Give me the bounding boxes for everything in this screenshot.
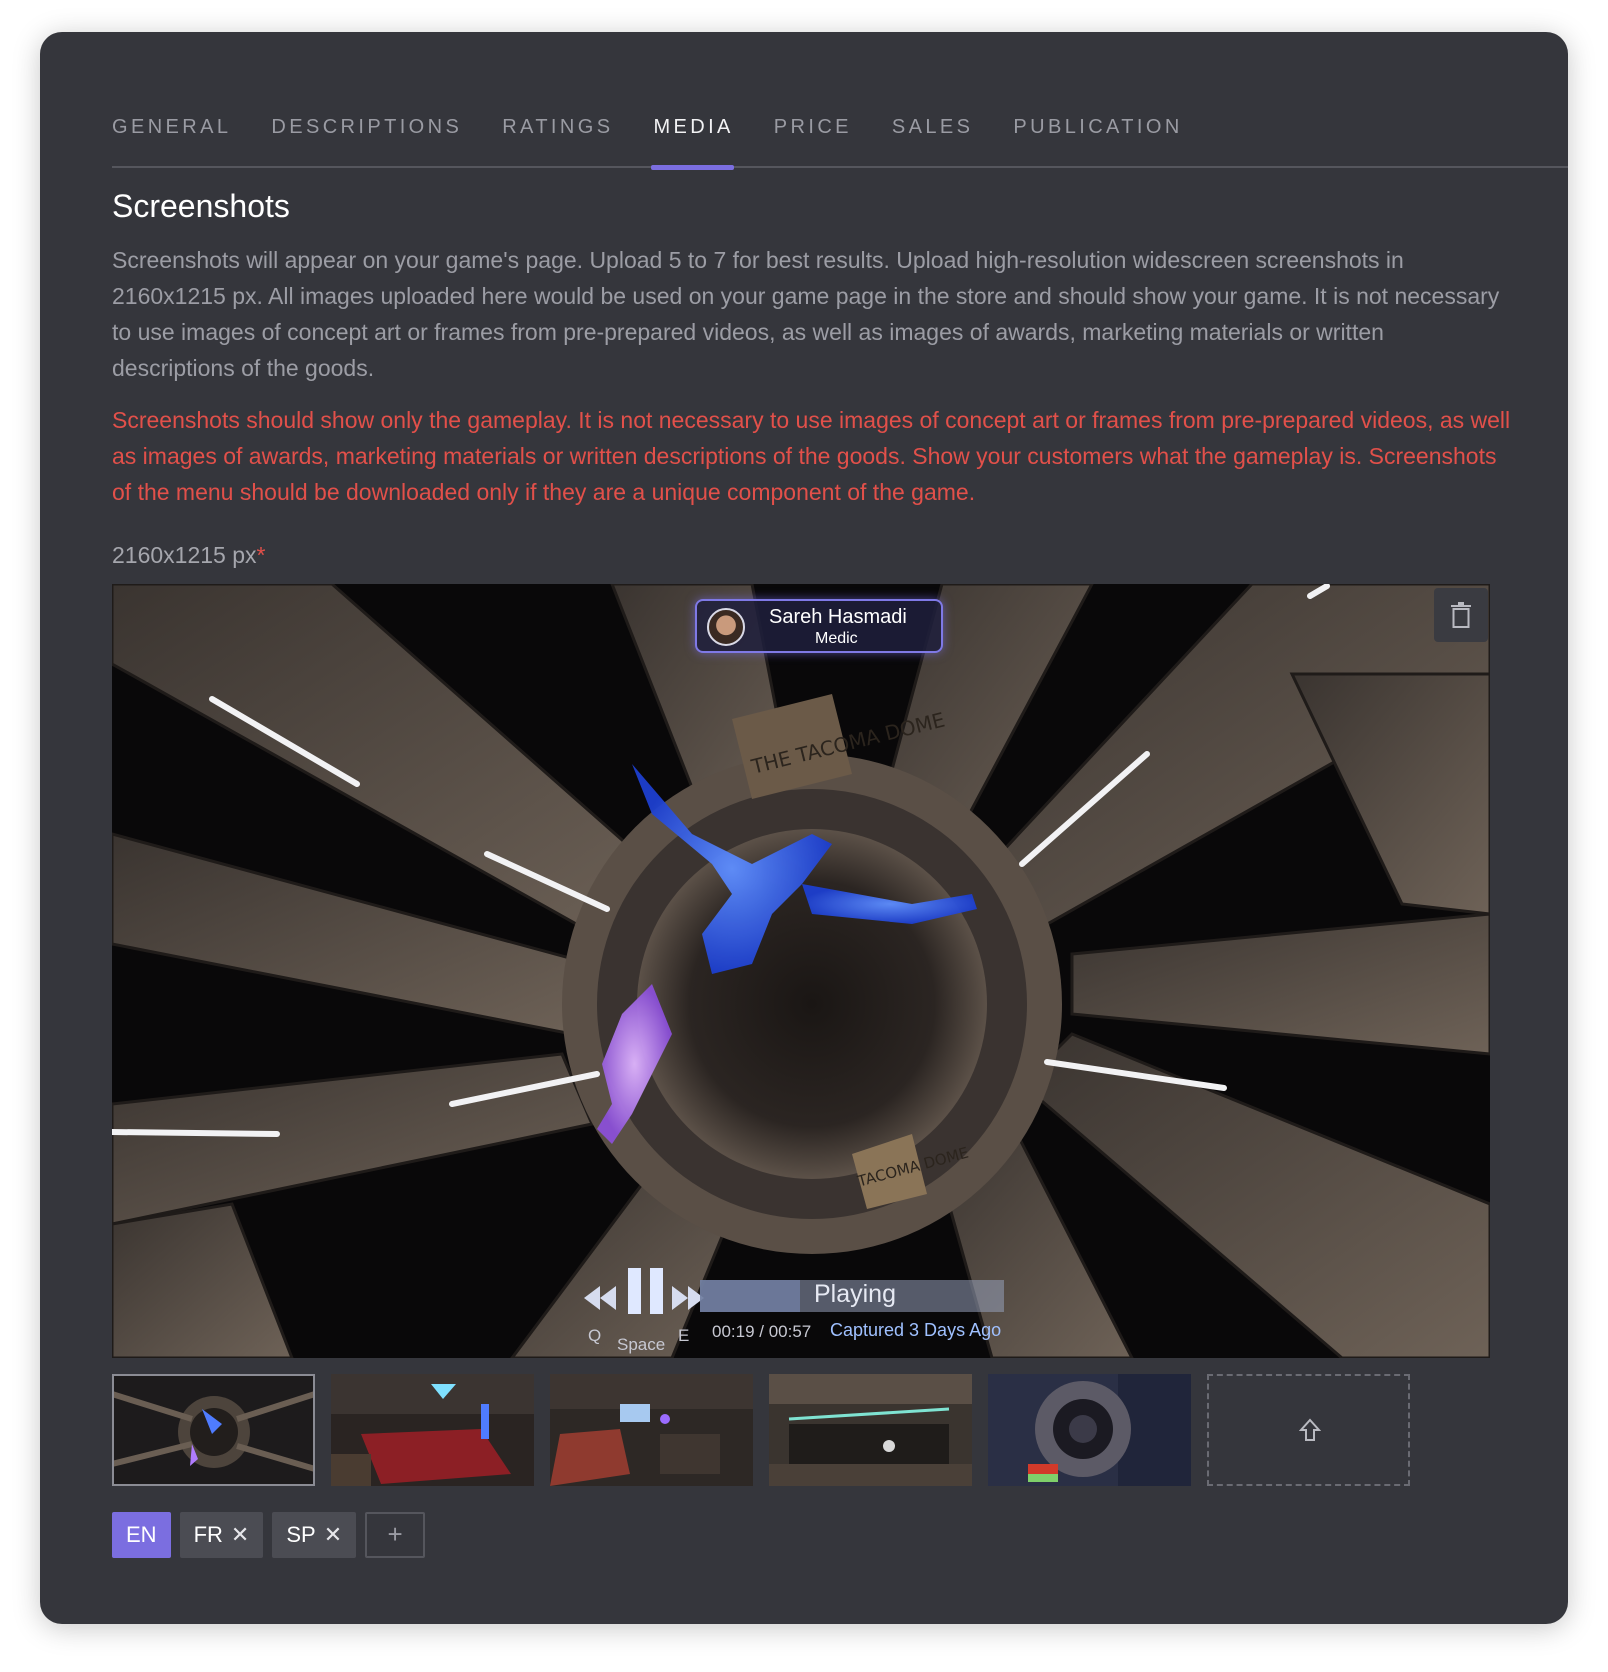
thumbnail-billiards-lounge[interactable] [331, 1374, 534, 1486]
replay-status: Playing [814, 1280, 896, 1308]
media-panel: GENERAL DESCRIPTIONS RATINGS MEDIA PRICE… [40, 32, 1568, 1624]
thumbnail-image [550, 1374, 753, 1486]
thumbnail-image [988, 1374, 1191, 1486]
section-title: Screenshots [112, 188, 290, 224]
tab-bar: GENERAL DESCRIPTIONS RATINGS MEDIA PRICE… [112, 80, 1568, 170]
replay-time: 00:19 / 00:57 [712, 1322, 812, 1341]
size-requirement-label: 2160x1215 px* [112, 542, 265, 569]
required-mark: * [256, 542, 266, 568]
tab-media[interactable]: MEDIA [651, 80, 735, 170]
replay-progress-fill [700, 1280, 801, 1312]
language-code: FR [193, 1522, 223, 1547]
section-description: Screenshots will appear on your game's p… [112, 247, 1500, 381]
upload-arrow-icon [1299, 1418, 1321, 1441]
rewind-key-hint: Q [588, 1326, 602, 1345]
language-code: EN [126, 1522, 157, 1547]
remove-language-icon[interactable]: ✕ [231, 1512, 249, 1558]
thumbnail-image [112, 1374, 315, 1486]
tab-general[interactable]: GENERAL [112, 80, 231, 168]
pause-icon [628, 1268, 663, 1314]
tab-ratings[interactable]: RATINGS [502, 80, 613, 168]
thumbnail-corridor[interactable] [769, 1374, 972, 1486]
game-scene-image: THE TACOMA DOME TACOMA DOME [112, 584, 1490, 1358]
character-nameplate: Sareh Hasmadi Medic [695, 599, 943, 653]
thumbnail-strip [112, 1374, 1490, 1488]
replay-progress-bar: Playing [700, 1280, 1004, 1312]
thumbnail-airlock-hatch[interactable] [988, 1374, 1191, 1486]
gameplay-warning: Screenshots should show only the gamepla… [112, 407, 1511, 505]
upload-screenshot-button[interactable] [1207, 1374, 1410, 1486]
delete-screenshot-button[interactable] [1434, 588, 1488, 642]
language-chip-sp[interactable]: SP ✕ [272, 1512, 357, 1558]
pause-key-hint: Space [617, 1335, 666, 1354]
add-language-button[interactable]: + [365, 1512, 426, 1558]
character-role: Medic [815, 630, 858, 647]
tab-sales[interactable]: SALES [892, 80, 973, 168]
tab-publication[interactable]: PUBLICATION [1013, 80, 1182, 168]
tab-price[interactable]: PRICE [774, 80, 852, 168]
language-chip-en[interactable]: EN [112, 1512, 171, 1558]
tab-descriptions[interactable]: DESCRIPTIONS [271, 80, 462, 168]
character-avatar [707, 608, 745, 646]
replay-captured: Captured 3 Days Ago [830, 1320, 1002, 1340]
language-code: SP [286, 1522, 316, 1547]
size-requirement-text: 2160x1215 px [112, 542, 257, 568]
trash-icon [1451, 602, 1471, 628]
remove-language-icon[interactable]: ✕ [324, 1512, 342, 1558]
language-chip-fr[interactable]: FR ✕ [179, 1512, 264, 1558]
replay-overlay: Q Space E Playing 00:19 / 00:57 Captured… [582, 1268, 1022, 1354]
thumbnail-image [331, 1374, 534, 1486]
thumbnail-observation-deck[interactable] [112, 1374, 315, 1486]
thumbnail-living-quarters[interactable] [550, 1374, 753, 1486]
character-name: Sareh Hasmadi [769, 606, 907, 628]
language-selector: EN FR ✕ SP ✕ + [112, 1512, 426, 1558]
rewind-icon [584, 1286, 616, 1310]
thumbnail-image [769, 1374, 972, 1486]
screenshot-preview[interactable]: THE TACOMA DOME TACOMA DOME Sareh Hasmad… [112, 584, 1490, 1358]
forward-key-hint: E [678, 1326, 690, 1345]
